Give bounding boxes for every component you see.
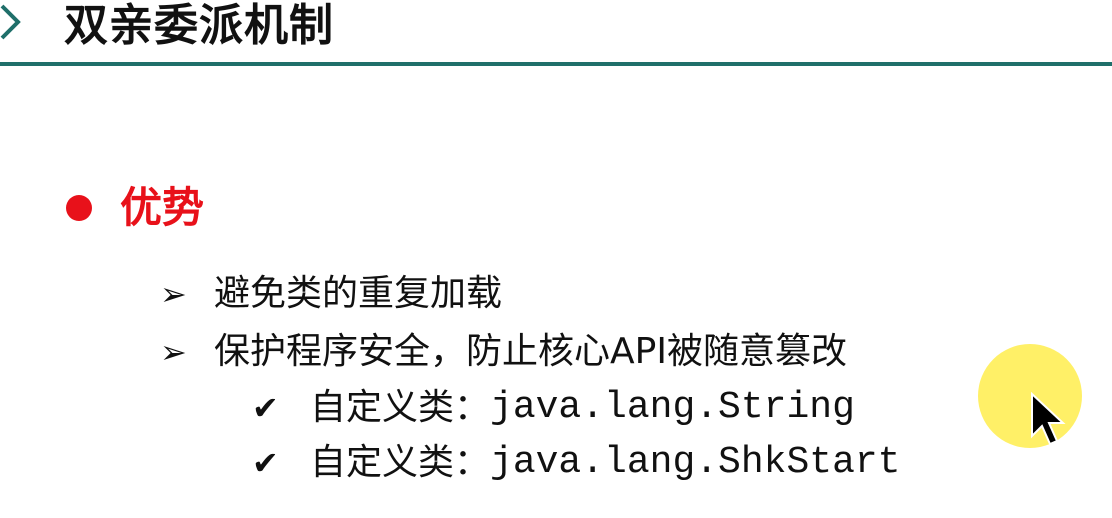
list-item-avoid-reload: ➢ 避免类的重复加载 bbox=[160, 271, 502, 317]
section-heading-label: 优势 bbox=[120, 183, 205, 232]
slide-title: 双亲委派机制 bbox=[64, 0, 334, 51]
title-divider bbox=[0, 62, 1112, 66]
chevron-right-icon bbox=[0, 4, 21, 40]
bullet-dot-icon bbox=[66, 195, 92, 221]
sub-item-code: java.lang.ShkStart bbox=[490, 441, 901, 484]
sub-item-label: 自定义类： bbox=[310, 387, 491, 428]
sub-item-label: 自定义类： bbox=[310, 442, 491, 483]
list-item-text: 保护程序安全，防止核心API被随意篡改 bbox=[214, 331, 847, 372]
list-item-text: 避免类的重复加载 bbox=[214, 273, 503, 314]
slide: 双亲委派机制 优势 ➢ 避免类的重复加载 ➢ 保护程序安全，防止核心API被随意… bbox=[0, 0, 1112, 518]
sub-item-code: java.lang.String bbox=[490, 386, 855, 429]
arrowhead-icon: ➢ bbox=[160, 275, 187, 313]
checkmark-icon: ✔ bbox=[252, 389, 279, 427]
checkmark-icon: ✔ bbox=[252, 444, 279, 482]
sub-item-string: ✔ 自定义类： java.lang.String bbox=[252, 385, 855, 431]
mouse-pointer-icon bbox=[1031, 392, 1066, 446]
sub-item-shkstart: ✔ 自定义类： java.lang.ShkStart bbox=[252, 440, 900, 486]
list-item-protect-security: ➢ 保护程序安全，防止核心API被随意篡改 bbox=[160, 329, 847, 375]
arrowhead-icon: ➢ bbox=[160, 333, 187, 371]
section-heading: 优势 bbox=[66, 180, 204, 236]
